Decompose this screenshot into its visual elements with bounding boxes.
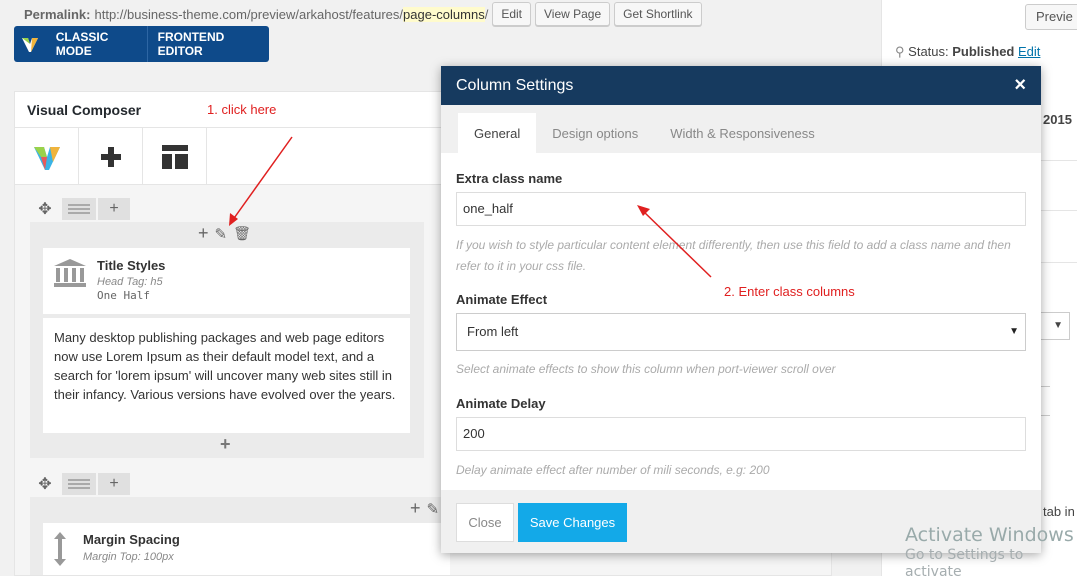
watermark-line2: Go to Settings to activate <box>905 546 1024 576</box>
watermark-line1: Activate Windows <box>905 524 1074 546</box>
annotation-arrow-2 <box>637 205 712 278</box>
activate-windows-watermark: Activate Windows Go to Settings to activ… <box>905 524 1077 576</box>
